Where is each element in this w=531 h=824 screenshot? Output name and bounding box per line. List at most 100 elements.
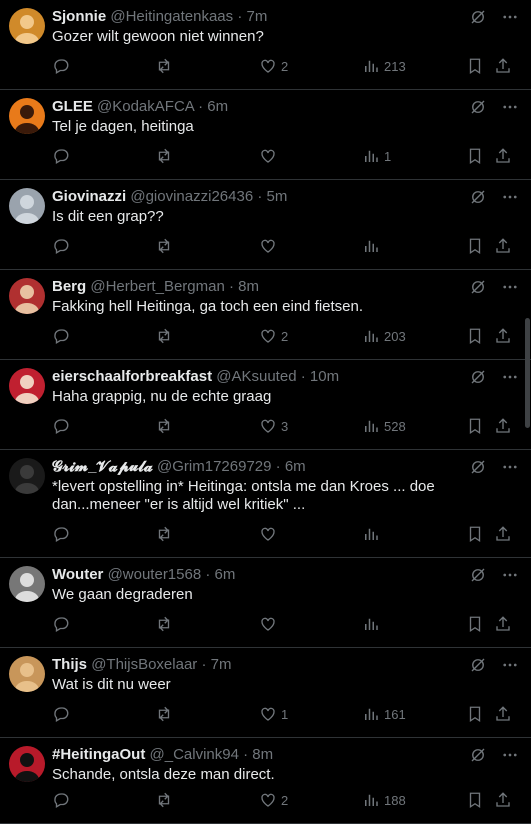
reply-button[interactable] — [52, 790, 70, 810]
bookmark-button[interactable] — [466, 236, 484, 256]
avatar[interactable] — [9, 278, 45, 314]
more-icon[interactable] — [501, 98, 519, 116]
share-button[interactable] — [494, 56, 512, 76]
grok-icon[interactable] — [469, 98, 487, 116]
like-button[interactable] — [259, 236, 281, 256]
like-button[interactable]: 2 — [259, 790, 288, 810]
reply-button[interactable] — [52, 704, 70, 724]
author-handle[interactable]: @Herbert_Bergman — [90, 278, 224, 295]
grok-icon[interactable] — [469, 656, 487, 674]
timestamp[interactable]: 5m — [267, 188, 288, 205]
bookmark-button[interactable] — [466, 56, 484, 76]
share-button[interactable] — [494, 236, 512, 256]
more-icon[interactable] — [501, 278, 519, 296]
avatar[interactable] — [9, 98, 45, 134]
like-button[interactable]: 2 — [259, 326, 288, 346]
timestamp[interactable]: 6m — [215, 566, 236, 583]
timestamp[interactable]: 7m — [247, 8, 268, 25]
avatar[interactable] — [9, 656, 45, 692]
author-handle[interactable]: @ThijsBoxelaar — [91, 656, 197, 673]
more-icon[interactable] — [501, 566, 519, 584]
share-button[interactable] — [494, 524, 512, 544]
tweet[interactable]: Thijs @ThijsBoxelaar · 7m Wat is dit nu w… — [0, 648, 531, 738]
like-button[interactable] — [259, 614, 281, 634]
grok-icon[interactable] — [469, 8, 487, 26]
retweet-button[interactable] — [155, 704, 173, 724]
author-name[interactable]: 𝓖𝓻𝓲𝓶_𝓥𝓪𝓹𝓾𝓵𝓪 — [52, 458, 153, 475]
author-handle[interactable]: @_Calvink94 — [150, 746, 239, 763]
more-icon[interactable] — [501, 368, 519, 386]
author-name[interactable]: GLEE — [52, 98, 93, 115]
author-handle[interactable]: @wouter1568 — [108, 566, 202, 583]
bookmark-button[interactable] — [466, 416, 484, 436]
avatar[interactable] — [9, 188, 45, 224]
author-handle[interactable]: @Heitingatenkaas — [110, 8, 233, 25]
grok-icon[interactable] — [469, 458, 487, 476]
views-button[interactable]: 203 — [362, 326, 406, 346]
author-name[interactable]: #HeitingaOut — [52, 746, 145, 763]
views-button[interactable]: 1 — [362, 146, 391, 166]
author-name[interactable]: Sjonnie — [52, 8, 106, 25]
views-button[interactable]: 213 — [362, 56, 406, 76]
author-handle[interactable]: @giovinazzi26436 — [130, 188, 253, 205]
retweet-button[interactable] — [155, 416, 173, 436]
avatar[interactable] — [9, 746, 45, 782]
bookmark-button[interactable] — [466, 704, 484, 724]
share-button[interactable] — [494, 416, 512, 436]
tweet[interactable]: 𝓖𝓻𝓲𝓶_𝓥𝓪𝓹𝓾𝓵𝓪 @Grim17269729 · 6m *levert op… — [0, 450, 531, 558]
retweet-button[interactable] — [155, 236, 173, 256]
tweet[interactable]: Sjonnie @Heitingatenkaas · 7m Gozer wilt … — [0, 0, 531, 90]
avatar[interactable] — [9, 368, 45, 404]
tweet[interactable]: Berg @Herbert_Bergman · 8m Fakking hell H… — [0, 270, 531, 360]
retweet-button[interactable] — [155, 524, 173, 544]
tweet[interactable]: GLEE @KodakAFCA · 6m Tel je dagen, heitin… — [0, 90, 531, 180]
bookmark-button[interactable] — [466, 614, 484, 634]
author-handle[interactable]: @Grim17269729 — [157, 458, 271, 475]
bookmark-button[interactable] — [466, 146, 484, 166]
more-icon[interactable] — [501, 458, 519, 476]
reply-button[interactable] — [52, 416, 70, 436]
avatar[interactable] — [9, 458, 45, 494]
more-icon[interactable] — [501, 8, 519, 26]
reply-button[interactable] — [52, 614, 70, 634]
avatar[interactable] — [9, 8, 45, 44]
views-button[interactable] — [362, 614, 384, 634]
share-button[interactable] — [494, 790, 512, 810]
like-button[interactable]: 1 — [259, 704, 288, 724]
reply-button[interactable] — [52, 326, 70, 346]
like-button[interactable] — [259, 524, 281, 544]
bookmark-button[interactable] — [466, 524, 484, 544]
timestamp[interactable]: 6m — [285, 458, 306, 475]
bookmark-button[interactable] — [466, 326, 484, 346]
avatar[interactable] — [9, 566, 45, 602]
more-icon[interactable] — [501, 746, 519, 764]
retweet-button[interactable] — [155, 790, 173, 810]
tweet[interactable]: #HeitingaOut @_Calvink94 · 8m Schande, on… — [0, 738, 531, 824]
grok-icon[interactable] — [469, 746, 487, 764]
views-button[interactable]: 188 — [362, 790, 406, 810]
timestamp[interactable]: 6m — [207, 98, 228, 115]
reply-button[interactable] — [52, 146, 70, 166]
tweet[interactable]: Giovinazzi @giovinazzi26436 · 5m Is dit e… — [0, 180, 531, 270]
like-button[interactable]: 2 — [259, 56, 288, 76]
retweet-button[interactable] — [155, 326, 173, 346]
author-name[interactable]: Thijs — [52, 656, 87, 673]
timestamp[interactable]: 7m — [211, 656, 232, 673]
timestamp[interactable]: 10m — [310, 368, 339, 385]
author-handle[interactable]: @AKsuuted — [216, 368, 296, 385]
retweet-button[interactable] — [155, 146, 173, 166]
share-button[interactable] — [494, 146, 512, 166]
share-button[interactable] — [494, 614, 512, 634]
reply-button[interactable] — [52, 56, 70, 76]
author-name[interactable]: Giovinazzi — [52, 188, 126, 205]
views-button[interactable] — [362, 236, 384, 256]
views-button[interactable]: 528 — [362, 416, 406, 436]
reply-button[interactable] — [52, 524, 70, 544]
retweet-button[interactable] — [155, 614, 173, 634]
tweet[interactable]: eierschaalforbreakfast @AKsuuted · 10m Ha… — [0, 360, 531, 450]
grok-icon[interactable] — [469, 278, 487, 296]
bookmark-button[interactable] — [466, 790, 484, 810]
timestamp[interactable]: 8m — [238, 278, 259, 295]
views-button[interactable] — [362, 524, 384, 544]
timestamp[interactable]: 8m — [252, 746, 273, 763]
